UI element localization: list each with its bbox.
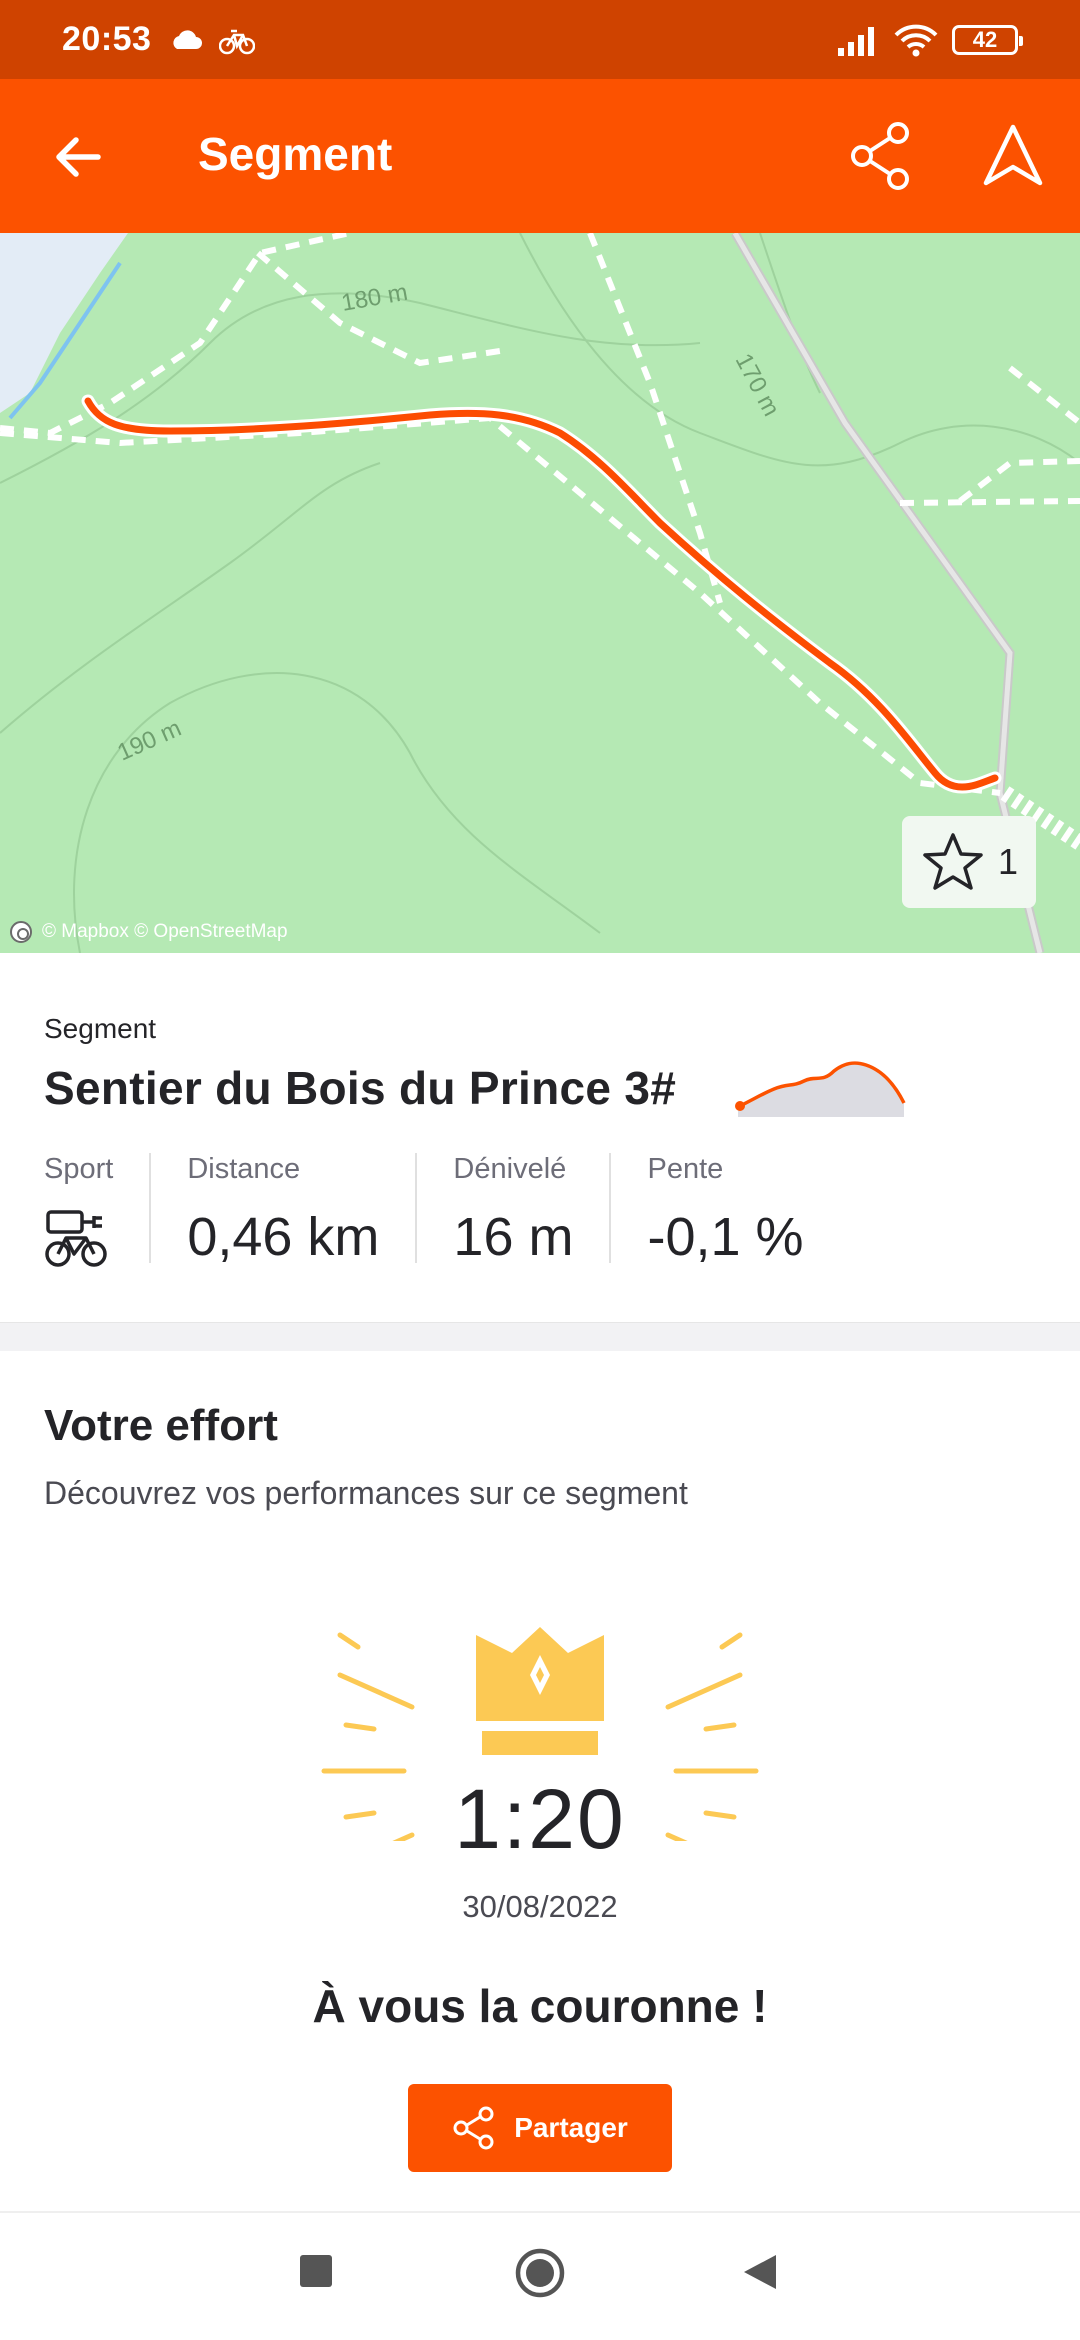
stat-label: Pente [647, 1153, 724, 1185]
segment-name: Sentier du Bois du Prince 3# [44, 1062, 677, 1114]
stat-grade: Pente -0,1 % [647, 1153, 839, 1267]
map-attribution[interactable]: © Mapbox © OpenStreetMap [10, 921, 288, 943]
status-time: 20:53 [62, 20, 152, 58]
crown-message: À vous la couronne ! [312, 1980, 768, 2032]
status-bar: 20:53 42 [0, 0, 1080, 79]
recent-apps-icon[interactable] [298, 2253, 334, 2289]
bike-icon [219, 29, 256, 54]
segment-map[interactable]: 180 m 170 m 190 m © Mapbox © OpenStreetM… [0, 233, 1080, 953]
battery-icon: 42 [952, 24, 1023, 55]
navigate-icon[interactable] [980, 123, 1046, 189]
wifi-icon [894, 24, 938, 56]
contour-label-170: 170 m [730, 349, 785, 421]
signal-icon [838, 26, 874, 56]
share-button-label: Partager [514, 2112, 628, 2143]
effort-date: 30/08/2022 [462, 1889, 618, 1924]
system-nav-bar [0, 2211, 1080, 2340]
stat-value: 16 m [453, 1207, 574, 1267]
home-icon[interactable] [514, 2247, 566, 2299]
section-divider [0, 1323, 1080, 1351]
star-count: 1 [998, 841, 1019, 882]
attribution-text: © Mapbox © OpenStreetMap [42, 921, 288, 942]
ebike-icon [45, 1210, 107, 1267]
effort-time: 1:20 [454, 1772, 626, 1866]
effort-subtitle: Découvrez vos performances sur ce segmen… [44, 1475, 688, 1511]
share-icon[interactable] [848, 121, 914, 191]
stat-value: 0,46 km [187, 1207, 380, 1267]
effort-section: Votre effort Découvrez vos performances … [0, 1351, 1080, 2211]
back-icon[interactable] [742, 2253, 778, 2291]
segment-card: Segment Sentier du Bois du Prince 3# Spo… [0, 953, 1080, 1323]
stat-sport: Sport [44, 1153, 152, 1267]
back-arrow-icon[interactable] [50, 129, 106, 185]
cloud-icon [173, 29, 203, 49]
elevation-profile-icon [735, 1061, 906, 1117]
stat-distance: Distance 0,46 km [187, 1153, 418, 1267]
segment-label: Segment [44, 1013, 157, 1044]
stat-value: -0,1 % [647, 1207, 804, 1267]
battery-level: 42 [972, 26, 998, 52]
share-button[interactable]: Partager [408, 2084, 672, 2172]
stat-label: Distance [187, 1153, 301, 1185]
mapbox-logo-icon [10, 921, 32, 943]
stat-label: Dénivelé [453, 1153, 567, 1185]
star-button[interactable]: 1 [902, 816, 1036, 908]
contour-label-180: 180 m [339, 279, 409, 317]
share-icon [453, 2106, 494, 2150]
contour-label-190: 190 m [113, 715, 185, 767]
app-bar: Segment [0, 79, 1080, 233]
stat-elevation: Dénivelé 16 m [453, 1153, 612, 1267]
page-title: Segment [198, 128, 393, 180]
segment-stats: Sport Distance 0,46 km Dénivelé 16 m Pen… [44, 1153, 876, 1273]
stat-label: Sport [44, 1153, 114, 1185]
star-icon [923, 833, 983, 890]
effort-title: Votre effort [44, 1401, 278, 1450]
